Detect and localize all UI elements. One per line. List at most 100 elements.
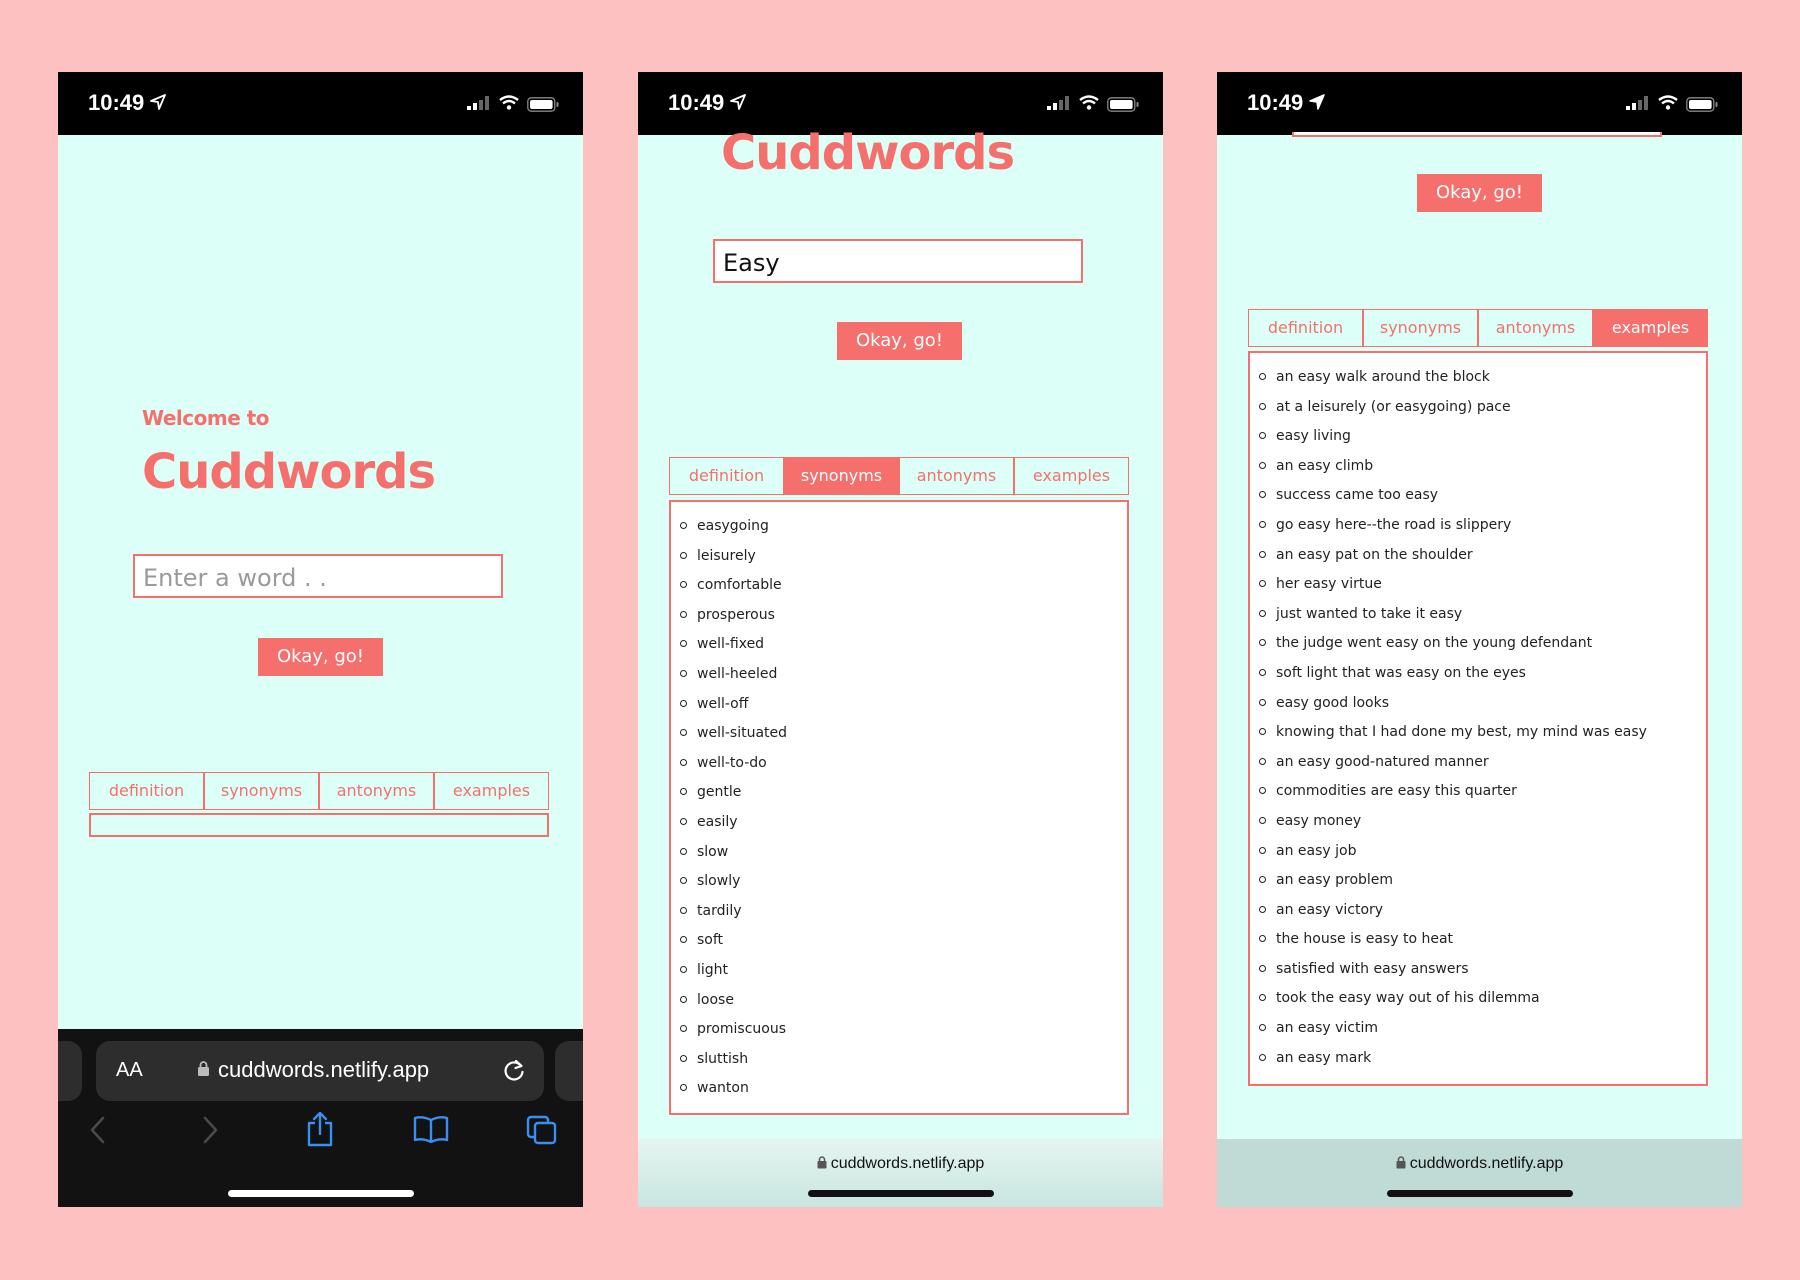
list-item: easily xyxy=(680,808,1127,838)
wifi-icon xyxy=(1079,95,1099,110)
back-icon[interactable] xyxy=(88,1115,108,1145)
list-item: an easy walk around the block xyxy=(1259,363,1706,393)
next-tab-stub[interactable] xyxy=(555,1041,583,1101)
tab-synonyms[interactable]: synonyms xyxy=(785,458,900,494)
browser-nav-buttons xyxy=(58,1111,583,1155)
tab-bar: definition synonyms antonyms examples xyxy=(1248,309,1708,347)
status-time: 10:49 xyxy=(1247,90,1304,115)
list-item: slowly xyxy=(680,867,1127,897)
list-item: go easy here--the road is slippery xyxy=(1259,511,1706,541)
list-item: the house is easy to heat xyxy=(1259,925,1706,955)
tab-antonyms[interactable]: antonyms xyxy=(900,458,1015,494)
lock-icon xyxy=(1396,1156,1406,1169)
list-item: an easy victim xyxy=(1259,1014,1706,1044)
list-item: well-fixed xyxy=(680,630,1127,660)
phone-screen-examples: 10:49 Okay, go! definition synonyms anto… xyxy=(1217,72,1742,1207)
forward-icon[interactable] xyxy=(200,1115,220,1145)
list-item: prosperous xyxy=(680,601,1127,631)
list-item: her easy virtue xyxy=(1259,570,1706,600)
url-text: cuddwords.netlify.app xyxy=(1217,1155,1742,1173)
list-item: gentle xyxy=(680,778,1127,808)
tabs-icon[interactable] xyxy=(526,1115,558,1145)
tab-bar: definition synonyms antonyms examples xyxy=(89,772,549,810)
tab-examples[interactable]: examples xyxy=(435,773,548,809)
cellular-signal-icon xyxy=(1626,96,1648,110)
results-panel: easygoing leisurely comfortable prosperous w… xyxy=(669,500,1129,1115)
location-arrow-icon xyxy=(150,94,166,110)
browser-compact-bar[interactable]: cuddwords.netlify.app xyxy=(638,1139,1163,1207)
tab-definition[interactable]: definition xyxy=(90,773,205,809)
welcome-text: Welcome to xyxy=(142,406,270,430)
browser-toolbar: AA cuddwords.netlify.app xyxy=(58,1029,583,1207)
url-text: cuddwords.netlify.app xyxy=(638,1155,1163,1173)
tab-examples[interactable]: examples xyxy=(1594,310,1707,346)
tab-synonyms[interactable]: synonyms xyxy=(205,773,320,809)
status-bar: 10:49 xyxy=(58,72,583,135)
list-item: an easy victory xyxy=(1259,896,1706,926)
tab-definition[interactable]: definition xyxy=(670,458,785,494)
browser-compact-bar[interactable]: cuddwords.netlify.app xyxy=(1217,1139,1742,1207)
lock-icon xyxy=(198,1061,209,1076)
previous-tab-stub[interactable] xyxy=(58,1041,82,1101)
list-item: well-to-do xyxy=(680,749,1127,779)
list-item: well-heeled xyxy=(680,660,1127,690)
list-item: took the easy way out of his dilemma xyxy=(1259,984,1706,1014)
tab-examples[interactable]: examples xyxy=(1015,458,1128,494)
list-item: success came too easy xyxy=(1259,481,1706,511)
list-item: easy living xyxy=(1259,422,1706,452)
word-input[interactable]: Enter a word . . xyxy=(133,554,503,598)
cellular-signal-icon xyxy=(467,96,489,110)
list-item: an easy climb xyxy=(1259,452,1706,482)
text-size-button[interactable]: AA xyxy=(116,1059,143,1082)
list-item: just wanted to take it easy xyxy=(1259,600,1706,630)
status-time: 10:49 xyxy=(88,90,145,115)
list-item: well-situated xyxy=(680,719,1127,749)
address-bar[interactable]: AA cuddwords.netlify.app xyxy=(96,1041,544,1101)
phone-screen-synonyms: 10:49 Cuddwords Easy Okay, go! definitio… xyxy=(638,72,1163,1207)
list-item: soft xyxy=(680,926,1127,956)
list-item: tardily xyxy=(680,897,1127,927)
word-input-edge[interactable] xyxy=(1292,132,1662,137)
tab-antonyms[interactable]: antonyms xyxy=(1479,310,1594,346)
app-title: Cuddwords xyxy=(142,444,436,500)
tab-antonyms[interactable]: antonyms xyxy=(320,773,435,809)
results-panel-empty xyxy=(89,813,549,837)
list-item: slow xyxy=(680,838,1127,868)
status-time: 10:49 xyxy=(668,90,725,115)
list-item: light xyxy=(680,956,1127,986)
okay-go-button[interactable]: Okay, go! xyxy=(837,322,962,360)
list-item: an easy mark xyxy=(1259,1044,1706,1074)
examples-list: an easy walk around the block at a leisur… xyxy=(1250,353,1706,1083)
list-item: easy money xyxy=(1259,807,1706,837)
list-item: promiscuous xyxy=(680,1015,1127,1045)
share-icon[interactable] xyxy=(306,1111,334,1147)
list-item: knowing that I had done my best, my mind… xyxy=(1259,718,1706,748)
list-item: an easy good-natured manner xyxy=(1259,748,1706,778)
list-item: easygoing xyxy=(680,512,1127,542)
home-indicator xyxy=(808,1190,994,1197)
tab-bar: definition synonyms antonyms examples xyxy=(669,457,1129,495)
battery-icon xyxy=(527,97,559,112)
cellular-signal-icon xyxy=(1047,96,1069,110)
tab-definition[interactable]: definition xyxy=(1249,310,1364,346)
synonyms-list: easygoing leisurely comfortable prosperous w… xyxy=(671,502,1127,1114)
location-arrow-icon xyxy=(1309,94,1325,110)
reload-icon[interactable] xyxy=(502,1057,526,1083)
list-item: comfortable xyxy=(680,571,1127,601)
tab-synonyms[interactable]: synonyms xyxy=(1364,310,1479,346)
okay-go-button[interactable]: Okay, go! xyxy=(1417,174,1542,212)
phone-screen-home: 10:49 Welcome to Cuddwords Enter a word … xyxy=(58,72,583,1207)
status-bar: 10:49 xyxy=(1217,72,1742,135)
bookmarks-icon[interactable] xyxy=(413,1115,449,1143)
battery-icon xyxy=(1686,97,1718,112)
list-item: an easy problem xyxy=(1259,866,1706,896)
lock-icon xyxy=(817,1156,827,1169)
word-input[interactable]: Easy xyxy=(713,239,1083,283)
okay-go-button[interactable]: Okay, go! xyxy=(258,638,383,676)
list-item: well-off xyxy=(680,690,1127,720)
list-item: commodities are easy this quarter xyxy=(1259,777,1706,807)
home-indicator xyxy=(1387,1190,1573,1197)
list-item: easy good looks xyxy=(1259,689,1706,719)
wifi-icon xyxy=(1658,95,1678,110)
url-text: cuddwords.netlify.app xyxy=(218,1057,430,1082)
